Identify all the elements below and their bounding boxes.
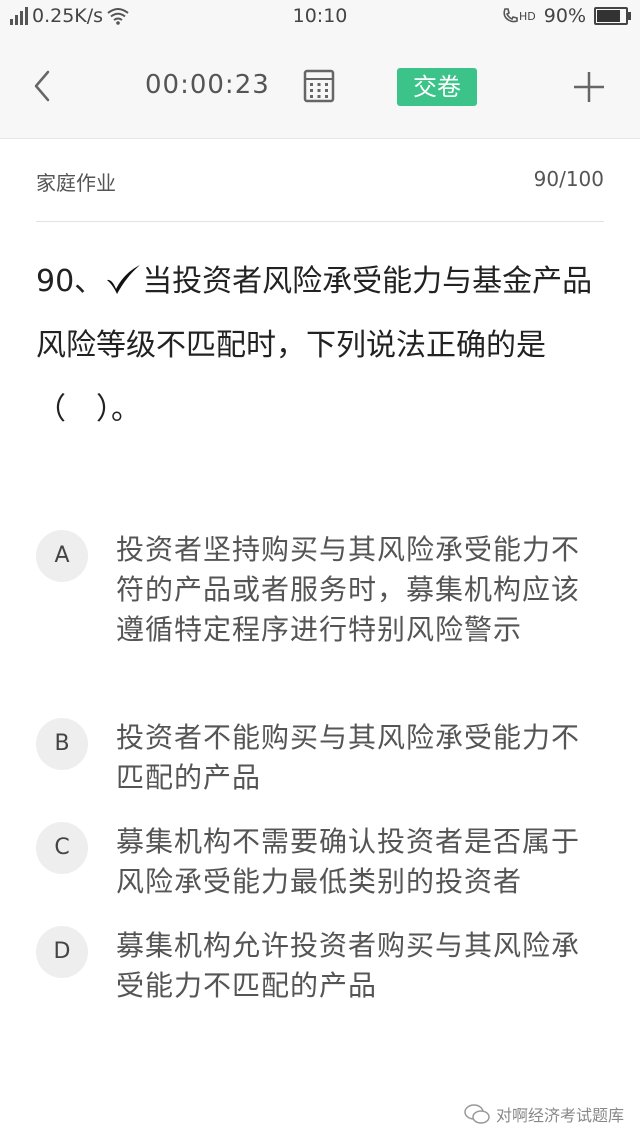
battery-level [597,10,621,22]
option-a[interactable]: A 投资者坚持购买与其风险承受能力不符的产品或者服务时，募集机构应该遵循特定程序… [36,530,606,690]
question-progress: 90/100 [533,167,604,191]
option-b[interactable]: B 投资者不能购买与其风险承受能力不匹配的产品 [36,718,606,798]
toolbar: 00:00:23 交卷 [0,32,640,139]
section-title: 家庭作业 [36,171,116,195]
option-letter: B [36,718,88,770]
answer-sheet-icon[interactable] [302,68,336,104]
option-text: 募集机构不需要确认投资者是否属于风险承受能力最低类别的投资者 [116,825,581,898]
option-text: 投资者不能购买与其风险承受能力不匹配的产品 [116,721,581,794]
option-text: 投资者坚持购买与其风险承受能力不符的产品或者服务时，募集机构应该遵循特定程序进行… [116,533,581,646]
question-number: 90、 [36,264,105,299]
section-header: 家庭作业 90/100 [36,139,604,222]
status-bar: 0.25K/s 10:10 HD 90% [0,0,640,32]
hd-label: HD [519,9,536,23]
wechat-icon [464,1104,490,1124]
plus-icon[interactable] [572,70,606,104]
battery-icon [594,7,631,25]
back-icon[interactable] [28,66,58,106]
watermark-text: 对啊经济考试题库 [495,1106,624,1125]
checkmark-icon [107,265,141,294]
option-d[interactable]: D 募集机构允许投资者购买与其风险承受能力不匹配的产品 [36,926,606,1006]
option-letter: D [36,926,88,978]
phone-icon [503,8,518,23]
option-text: 募集机构允许投资者购买与其风险承受能力不匹配的产品 [116,929,581,1002]
watermark: 对啊经济考试题库 [464,1102,624,1126]
question-stem: 90、 当投资者风险承受能力与基金产品风险等级不匹配时，下列说法正确的是（ ）。 [36,250,606,442]
submit-button[interactable]: 交卷 [397,68,477,106]
option-letter: A [36,530,88,582]
battery-percent: 90% [543,5,586,27]
timer: 00:00:23 [145,70,270,100]
option-c[interactable]: C 募集机构不需要确认投资者是否属于风险承受能力最低类别的投资者 [36,822,606,902]
status-right: HD 90% [501,5,631,27]
option-letter: C [36,822,88,874]
